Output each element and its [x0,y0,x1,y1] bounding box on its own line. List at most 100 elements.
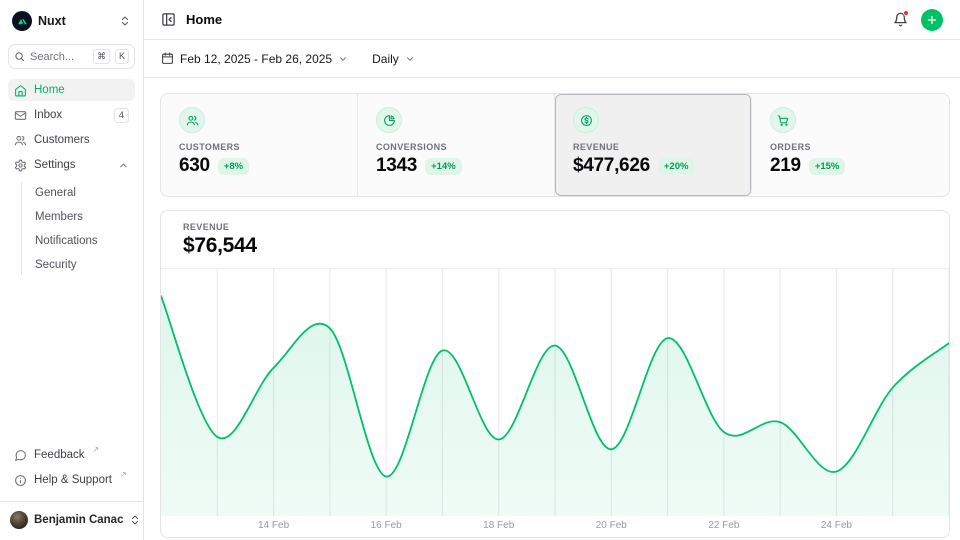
sidebar-item-inbox[interactable]: Inbox 4 [8,104,135,126]
footer-link-label: Feedback [34,449,85,461]
stat-value: 219 [770,155,801,177]
inbox-icon [14,109,27,122]
chevrons-up-down-icon [129,514,141,526]
sidebar-child-label: Notifications [35,235,98,247]
calendar-icon [161,52,174,65]
search-input[interactable]: Search... ⌘ K [8,44,135,69]
sidebar-item-members[interactable]: Members [31,206,135,227]
chevron-down-icon [405,54,415,64]
external-link-icon: ↗ [120,469,127,482]
x-tick-label: 22 Feb [708,520,739,531]
sidebar-child-label: Security [35,259,77,271]
topbar: Home [144,0,960,40]
stats-row: CUSTOMERS 630 +8% CONVERSIONS 1343 +14% [160,93,950,197]
nuxt-logo-icon [12,11,32,31]
sidebar-item-label: Settings [34,159,76,171]
external-link-icon: ↗ [93,444,100,457]
stat-revenue[interactable]: REVENUE $477,626 +20% [555,94,752,196]
kbd-meta: ⌘ [93,49,110,64]
stat-icon-circle [770,107,796,133]
stat-orders[interactable]: ORDERS 219 +15% [752,94,949,196]
stat-label: CONVERSIONS [376,142,536,152]
search-icon [14,51,25,62]
stat-label: REVENUE [573,142,733,152]
stat-label: ORDERS [770,142,931,152]
page-title: Home [186,12,222,27]
chevron-down-icon [338,54,348,64]
help-support-link[interactable]: Help & Support ↗ [8,469,135,491]
message-bubble-icon [14,449,27,462]
stat-delta-badge: +20% [658,158,695,175]
info-circle-icon [14,474,27,487]
sidebar-item-label: Customers [34,134,90,146]
workspace-name: Nuxt [38,14,113,28]
notifications-button[interactable] [893,12,908,27]
sidebar-item-label: Inbox [34,109,62,121]
avatar [10,511,28,529]
revenue-chart-plot[interactable] [161,269,949,516]
sidebar-child-label: General [35,187,76,199]
plus-icon [926,14,938,26]
stat-conversions[interactable]: CONVERSIONS 1343 +14% [358,94,555,196]
sidebar-nav: Home Inbox 4 Customers Settings General [8,79,135,275]
sidebar-footer: Feedback ↗ Help & Support ↗ Benjamin Can… [8,444,135,532]
sidebar-item-customers[interactable]: Customers [8,129,135,151]
stat-value: 1343 [376,155,417,177]
chart-total-value: $76,544 [183,234,927,258]
x-tick-label: 18 Feb [483,520,514,531]
stat-icon-circle [179,107,205,133]
stat-delta-badge: +8% [218,158,249,175]
x-tick-label: 16 Feb [371,520,402,531]
chart-body: 14 Feb 16 Feb 18 Feb 20 Feb 22 Feb 24 Feb [161,269,949,537]
circle-dollar-icon [580,114,593,127]
revenue-chart-card: REVENUE $76,544 [160,210,950,538]
user-name: Benjamin Canac [34,514,123,526]
stat-delta-badge: +14% [425,158,462,175]
panel-left-close-icon [161,12,176,27]
x-tick-label: 14 Feb [258,520,289,531]
sidebar-item-home[interactable]: Home [8,79,135,101]
chart-header: REVENUE $76,544 [161,211,949,268]
workspace-selector[interactable]: Nuxt [8,8,135,34]
footer-link-label: Help & Support [34,474,112,486]
x-tick-label: 20 Feb [596,520,627,531]
revenue-chart-svg [161,269,949,516]
chevron-up-icon [118,160,129,171]
date-range-picker[interactable]: Feb 12, 2025 - Feb 26, 2025 [161,52,348,66]
users-icon [186,114,199,127]
user-menu[interactable]: Benjamin Canac [0,501,143,534]
search-placeholder: Search... [30,51,88,63]
sidebar: Nuxt Search... ⌘ K Home Inbox 4 Cust [0,0,144,540]
pie-chart-icon [383,114,396,127]
stat-value: 630 [179,155,210,177]
filter-toolbar: Feb 12, 2025 - Feb 26, 2025 Daily [144,40,960,78]
sidebar-item-general[interactable]: General [31,182,135,203]
chevrons-up-down-icon [119,15,131,27]
add-button[interactable] [921,9,943,31]
app-window: Nuxt Search... ⌘ K Home Inbox 4 Cust [0,0,960,540]
kbd-k: K [115,49,129,64]
sidebar-item-security[interactable]: Security [31,254,135,275]
granularity-select[interactable]: Daily [372,52,415,66]
feedback-link[interactable]: Feedback ↗ [8,444,135,466]
sidebar-item-label: Home [34,84,65,96]
x-axis-labels: 14 Feb 16 Feb 18 Feb 20 Feb 22 Feb 24 Feb [161,516,949,537]
collapse-sidebar-button[interactable] [161,12,176,27]
sidebar-item-notifications[interactable]: Notifications [31,230,135,251]
stat-icon-circle [573,107,599,133]
stat-icon-circle [376,107,402,133]
stat-delta-badge: +15% [809,158,846,175]
dashboard-content: CUSTOMERS 630 +8% CONVERSIONS 1343 +14% [144,78,960,540]
stat-label: CUSTOMERS [179,142,339,152]
chart-kicker: REVENUE [183,222,927,232]
topbar-actions [893,9,943,31]
users-icon [14,134,27,147]
gear-icon [14,159,27,172]
cart-icon [777,114,790,127]
stat-customers[interactable]: CUSTOMERS 630 +8% [161,94,358,196]
notification-dot [903,10,909,16]
granularity-label: Daily [372,52,399,66]
x-tick-label: 24 Feb [821,520,852,531]
date-range-label: Feb 12, 2025 - Feb 26, 2025 [180,52,332,66]
sidebar-item-settings[interactable]: Settings [8,154,135,176]
